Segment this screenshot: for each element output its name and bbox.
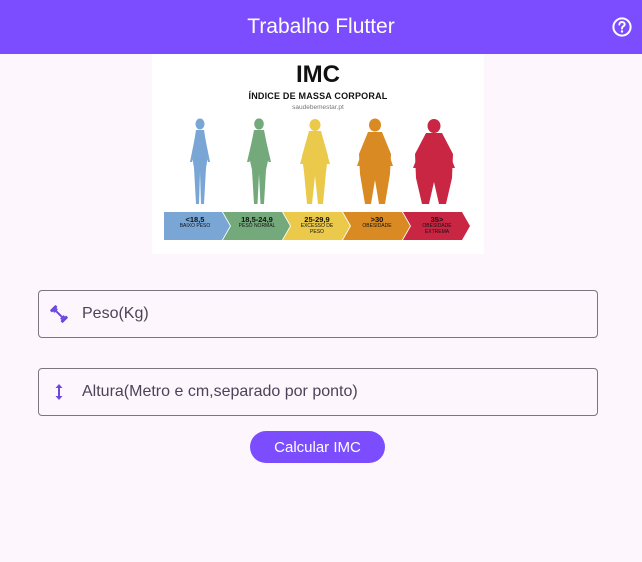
peso-field[interactable]: [38, 290, 598, 338]
figure-obese: [357, 118, 393, 204]
figure-normal: [247, 118, 271, 204]
category-underweight: <18,5 BAIXO PESO: [179, 215, 211, 229]
banner-title: IMC: [296, 61, 340, 88]
height-arrow-icon: [48, 381, 70, 403]
app-title: Trabalho Flutter: [247, 15, 395, 38]
calcular-imc-button[interactable]: Calcular IMC: [250, 431, 385, 463]
banner-subtitle: ÍNDICE DE MASSA CORPORAL: [248, 91, 388, 101]
category-labels: <18,5 BAIXO PESO 18,5-24,9 PESO NORMAL 2…: [164, 212, 470, 240]
dumbbell-icon: [48, 303, 70, 325]
help-icon[interactable]: [612, 17, 632, 37]
app-bar: Trabalho Flutter: [0, 0, 642, 54]
category-extreme: 35> OBESIDADE EXTREMA: [422, 215, 452, 235]
figure-overweight: [300, 119, 330, 204]
altura-field[interactable]: [38, 368, 598, 416]
category-obese: >30 OBESIDADE: [362, 215, 392, 229]
imc-banner-image: IMC ÍNDICE DE MASSA CORPORAL saudebemest…: [152, 54, 484, 254]
body-figures: [190, 118, 455, 204]
banner-site: saudebemestar.pt: [292, 104, 344, 111]
peso-input[interactable]: [82, 291, 582, 337]
altura-input[interactable]: [82, 369, 582, 415]
category-normal: 18,5-24,9 PESO NORMAL: [238, 215, 276, 229]
category-overweight: 25-29,9 EXCESSO DE PESO: [300, 215, 334, 235]
figure-underweight: [190, 118, 210, 204]
figure-extreme-obese: [413, 119, 455, 204]
